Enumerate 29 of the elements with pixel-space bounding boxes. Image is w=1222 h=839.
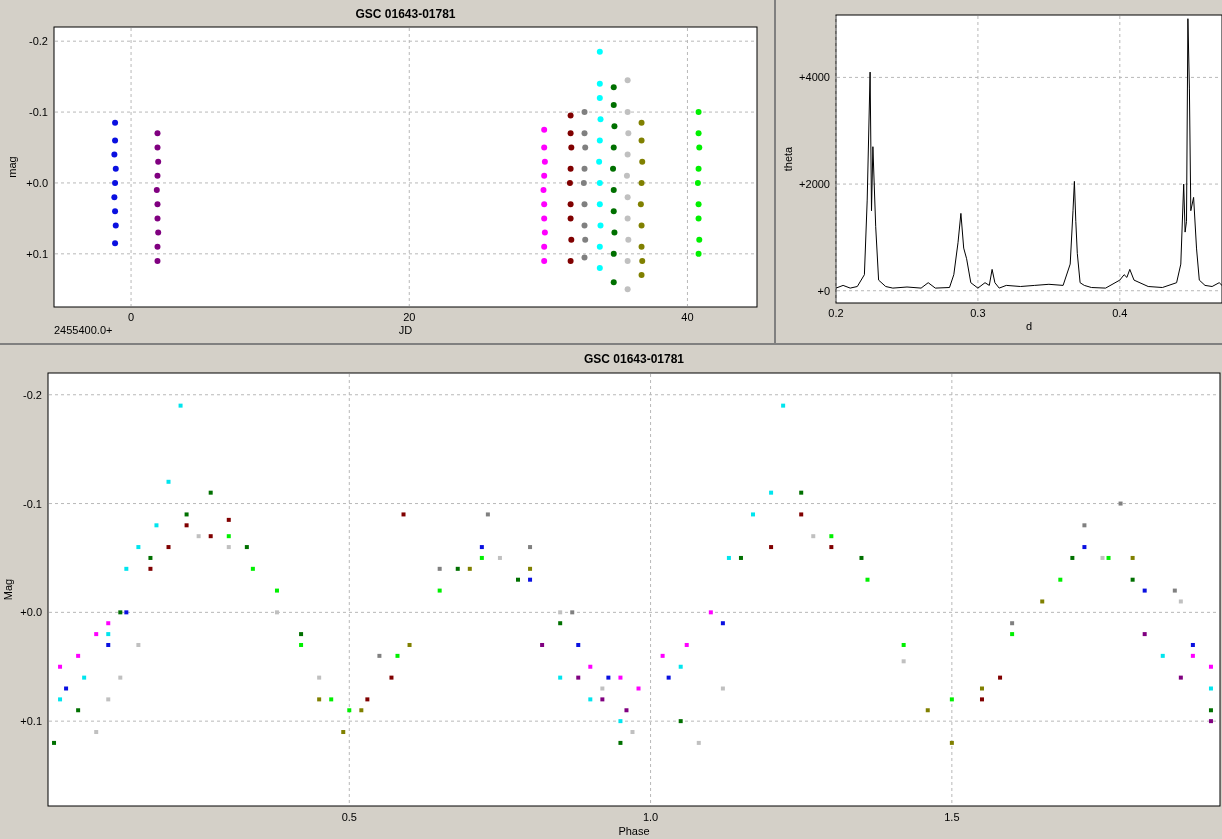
axis-offset-label: 2455400.0+ [54, 324, 113, 336]
y-tick-label: +2000 [799, 178, 830, 191]
y-axis-label: theta [782, 146, 794, 172]
y-axis-label: Mag [2, 578, 14, 601]
x-axis-label: d [1025, 320, 1033, 332]
x-tick-label: 0.3 [970, 307, 986, 319]
x-tick-label: 1.0 [642, 811, 659, 823]
x-tick-label: 0.4 [1112, 307, 1128, 319]
x-tick-label: 0 [128, 311, 135, 323]
y-tick-label: +0.0 [26, 176, 48, 189]
y-tick-label: +0.1 [26, 247, 48, 260]
y-tick-label: -0.2 [29, 35, 48, 48]
x-axis-label: Phase [618, 825, 650, 837]
x-tick-label: 20 [403, 311, 416, 323]
y-tick-label: +0 [817, 284, 830, 297]
x-tick-label: 0.5 [341, 811, 357, 823]
y-tick-label: -0.1 [29, 106, 48, 119]
y-axis-label: mag [6, 156, 18, 178]
x-tick-label: 0.2 [828, 307, 844, 319]
x-tick-label: 40 [681, 311, 694, 323]
y-tick-label: -0.2 [23, 388, 42, 401]
y-tick-label: +0.1 [20, 715, 42, 728]
x-axis-label: JD [398, 324, 413, 336]
x-tick-label: 1.5 [944, 811, 960, 823]
chart-title: GSC 01643-01781 [583, 352, 685, 366]
y-tick-label: -0.1 [23, 497, 42, 510]
y-tick-label: +0.0 [20, 606, 42, 619]
y-tick-label: +4000 [799, 71, 830, 84]
chart-title: GSC 01643-01781 [355, 7, 456, 21]
